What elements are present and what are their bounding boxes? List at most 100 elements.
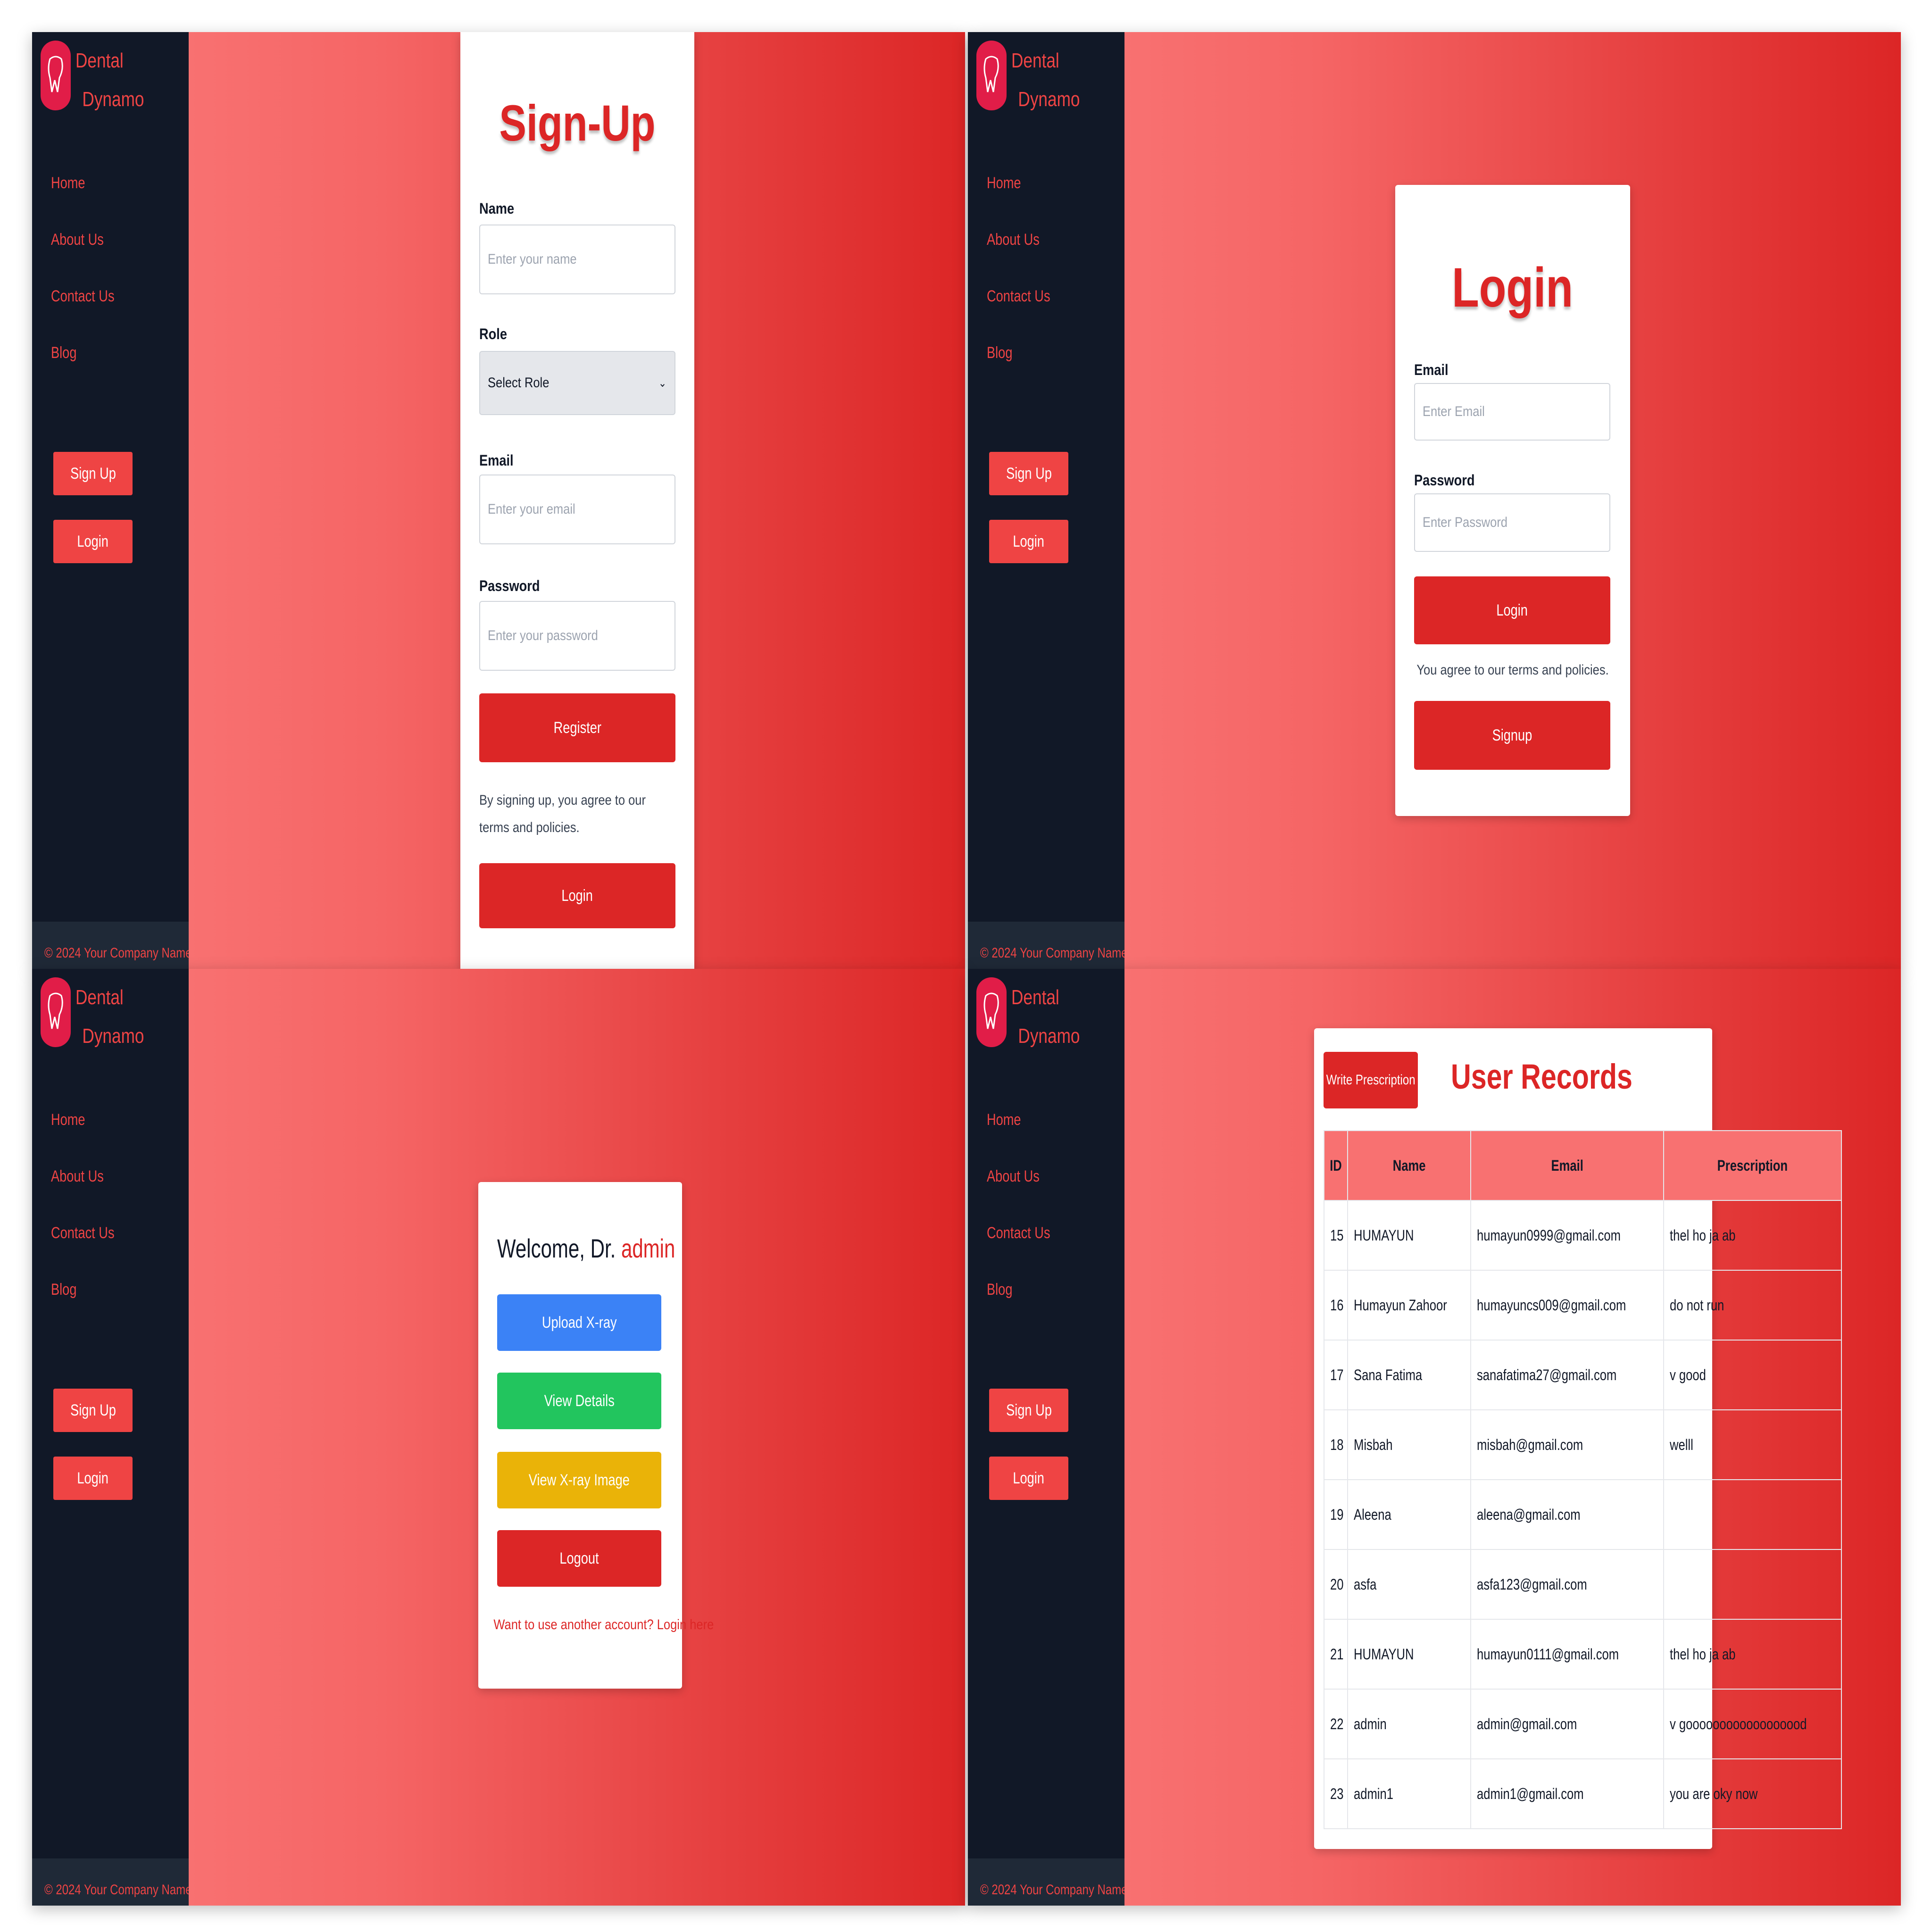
login-submit-button[interactable]: Login: [1414, 576, 1610, 644]
brand-line2: Dynamo: [82, 88, 144, 111]
main-area: Login Email Enter Email Password Enter P…: [1124, 32, 1901, 969]
brand-name: Dental Dynamo: [75, 977, 144, 1057]
password-input[interactable]: Enter your password: [479, 601, 675, 671]
tooth-logo-icon: [41, 977, 71, 1047]
cell-email: humayuncs009@gmail.com: [1470, 1270, 1665, 1341]
sidebar-login-button[interactable]: Login: [53, 520, 133, 563]
footer-text: © 2024 Your Company Name. All: [980, 945, 1124, 961]
cell-prescription: thel ho ja ab: [1663, 1200, 1842, 1271]
cell-prescription: welll: [1663, 1409, 1842, 1480]
login-signup-button[interactable]: Signup: [1414, 701, 1610, 770]
footer-text: © 2024 Your Company Name. All: [980, 1882, 1124, 1898]
dashboard-screen: Dental Dynamo Home About Us Contact Us B…: [32, 969, 965, 1906]
brand[interactable]: Dental Dynamo: [41, 41, 161, 120]
cell-name: Humayun Zahoor: [1347, 1270, 1471, 1341]
view-xray-image-button[interactable]: View X-ray Image: [497, 1452, 661, 1508]
table-header-row: ID Name Email Prescription: [1324, 1130, 1842, 1201]
sidebar-signup-button[interactable]: Sign Up: [989, 1389, 1068, 1432]
upload-xray-label: Upload X-ray: [541, 1313, 617, 1332]
cell-email: admin1@gmail.com: [1470, 1758, 1665, 1829]
nav-menu: Home About Us Contact Us Blog: [987, 1106, 1066, 1332]
nav-home[interactable]: Home: [51, 169, 115, 225]
cell-id: 19: [1324, 1479, 1348, 1550]
brand[interactable]: Dental Dynamo: [976, 41, 1097, 120]
col-id: ID: [1324, 1130, 1348, 1201]
nav-home[interactable]: Home: [987, 169, 1050, 225]
nav-blog[interactable]: Blog: [987, 339, 1050, 395]
cell-prescription: v goooooooooooooooood: [1663, 1689, 1842, 1759]
nav-contact-us[interactable]: Contact Us: [51, 282, 115, 339]
cell-id: 16: [1324, 1270, 1348, 1341]
sidebar-login-label: Login: [77, 1469, 109, 1487]
nav-blog[interactable]: Blog: [51, 1275, 115, 1332]
nav-contact-us[interactable]: Contact Us: [987, 282, 1050, 339]
brand[interactable]: Dental Dynamo: [41, 977, 161, 1057]
register-label: Register: [553, 718, 601, 737]
upload-xray-button[interactable]: Upload X-ray: [497, 1294, 661, 1351]
login-screen: Dental Dynamo Home About Us Contact Us B…: [968, 32, 1901, 969]
sidebar-signup-label: Sign Up: [70, 464, 116, 483]
nav-home[interactable]: Home: [987, 1106, 1050, 1162]
cell-prescription: thel ho ja ab: [1663, 1619, 1842, 1690]
nav-blog[interactable]: Blog: [51, 339, 115, 395]
login-email-input[interactable]: Enter Email: [1414, 383, 1610, 441]
email-input[interactable]: Enter your email: [479, 475, 675, 544]
records-table: ID Name Email Prescription 15 HUMAYUN huma…: [1324, 1130, 1842, 1829]
col-name: Name: [1347, 1130, 1471, 1201]
sidebar: Dental Dynamo Home About Us Contact Us B…: [968, 32, 1124, 969]
tooth-logo-icon: [41, 41, 71, 110]
sidebar: Dental Dynamo Home About Us Contact Us B…: [32, 969, 189, 1906]
chevron-down-icon: ⌄: [658, 376, 666, 390]
role-select[interactable]: Select Role ⌄: [479, 351, 675, 415]
password-label: Password: [479, 577, 540, 594]
nav-about-us[interactable]: About Us: [51, 225, 115, 282]
welcome-username: admin: [621, 1233, 675, 1263]
sidebar-signup-button[interactable]: Sign Up: [53, 1389, 133, 1432]
login-password-placeholder: Enter Password: [1423, 515, 1508, 530]
table-row: 19 Aleena aleena@gmail.com: [1324, 1479, 1842, 1550]
cell-email: asfa123@gmail.com: [1470, 1549, 1665, 1620]
brand-name: Dental Dynamo: [1011, 41, 1080, 120]
name-input[interactable]: Enter your name: [479, 225, 675, 294]
nav-about-us[interactable]: About Us: [987, 1162, 1050, 1219]
sidebar-login-button[interactable]: Login: [53, 1457, 133, 1500]
login-signup-label: Signup: [1492, 726, 1532, 744]
brand-line1: Dental: [75, 49, 124, 72]
role-label: Role: [479, 325, 507, 342]
nav-blog[interactable]: Blog: [987, 1275, 1050, 1332]
cell-email: humayun0111@gmail.com: [1470, 1619, 1665, 1690]
write-prescription-button[interactable]: Write Prescription: [1324, 1052, 1418, 1108]
signup-login-button[interactable]: Login: [479, 863, 675, 928]
footer-text: © 2024 Your Company Name. All: [44, 1882, 189, 1898]
switch-account-link[interactable]: Want to use another account? Login here: [493, 1617, 714, 1633]
records-screen: Dental Dynamo Home About Us Contact Us B…: [968, 969, 1901, 1906]
nav-contact-us[interactable]: Contact Us: [987, 1219, 1050, 1275]
brand-line1: Dental: [1011, 986, 1059, 1009]
sidebar-login-button[interactable]: Login: [989, 520, 1068, 563]
nav-about-us[interactable]: About Us: [51, 1162, 115, 1219]
view-details-button[interactable]: View Details: [497, 1373, 661, 1429]
view-xray-image-label: View X-ray Image: [528, 1471, 630, 1489]
cell-name: Sana Fatima: [1347, 1340, 1471, 1410]
signup-card: Sign-Up Name Enter your name Role Select…: [460, 32, 694, 969]
sidebar-signup-button[interactable]: Sign Up: [989, 452, 1068, 495]
brand-line1: Dental: [1011, 49, 1059, 72]
logout-label: Logout: [559, 1549, 599, 1567]
col-email: Email: [1470, 1130, 1665, 1201]
brand[interactable]: Dental Dynamo: [976, 977, 1097, 1057]
col-prescription: Prescription: [1663, 1130, 1842, 1201]
nav-about-us[interactable]: About Us: [987, 225, 1050, 282]
sidebar: Dental Dynamo Home About Us Contact Us B…: [968, 969, 1124, 1906]
table-row: 15 HUMAYUN humayun0999@gmail.com thel ho ja…: [1324, 1200, 1842, 1271]
main-area: Sign-Up Name Enter your name Role Select…: [189, 32, 965, 969]
sidebar-login-button[interactable]: Login: [989, 1457, 1068, 1500]
nav-contact-us[interactable]: Contact Us: [51, 1219, 115, 1275]
logout-button[interactable]: Logout: [497, 1530, 661, 1587]
cell-name: HUMAYUN: [1347, 1619, 1471, 1690]
login-submit-label: Login: [1496, 601, 1528, 619]
cell-email: aleena@gmail.com: [1470, 1479, 1665, 1550]
nav-home[interactable]: Home: [51, 1106, 115, 1162]
sidebar-signup-button[interactable]: Sign Up: [53, 452, 133, 495]
login-password-input[interactable]: Enter Password: [1414, 493, 1610, 552]
register-button[interactable]: Register: [479, 693, 675, 762]
